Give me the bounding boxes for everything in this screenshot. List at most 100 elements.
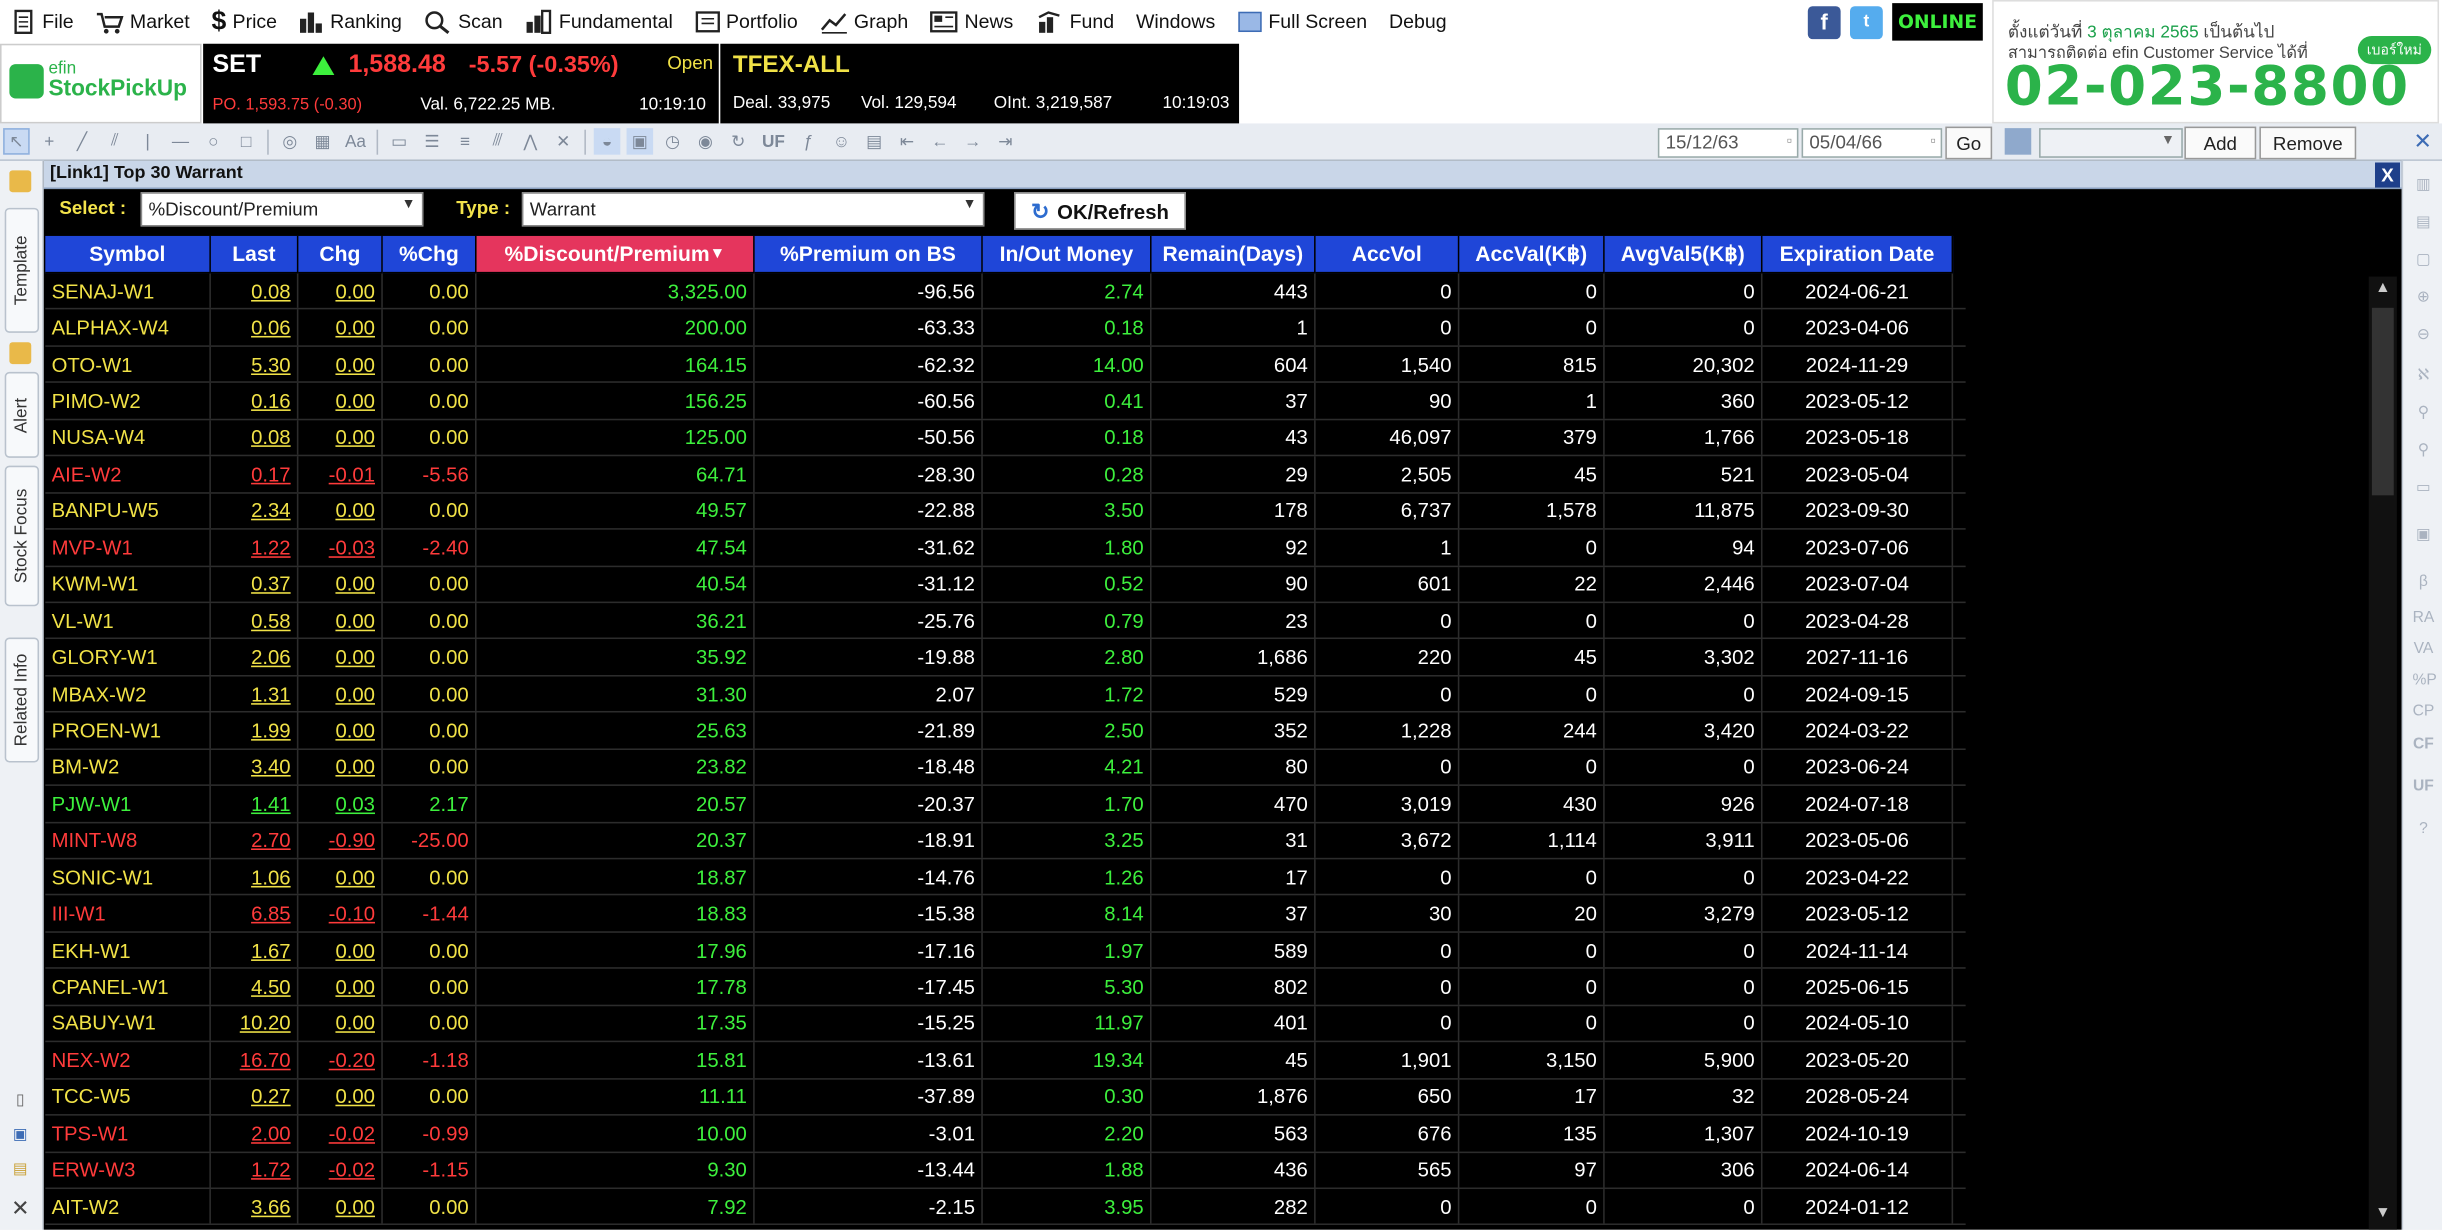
- table-cell[interactable]: GLORY-W1: [45, 639, 211, 675]
- table-cell[interactable]: PROEN-W1: [45, 712, 211, 748]
- tab-alert[interactable]: Alert: [4, 371, 40, 458]
- new-document-icon[interactable]: ▯: [9, 1092, 31, 1114]
- tab-related-info[interactable]: Related Info: [4, 637, 40, 763]
- table-cell[interactable]: -0.90: [298, 822, 383, 858]
- column-header[interactable]: Chg: [298, 235, 383, 274]
- twitter-icon[interactable]: t: [1850, 5, 1883, 39]
- table-cell[interactable]: BANPU-W5: [45, 493, 211, 529]
- table-row[interactable]: CPANEL-W1 4.50 0.00 0.00 17.78 -17.45 5.30 802 0…: [45, 969, 1966, 1006]
- table-cell[interactable]: 2.00: [211, 1115, 299, 1151]
- table-row[interactable]: ERW-W3 1.72 -0.02 -1.15 9.30 -13.44 1.88 436 565…: [45, 1152, 1966, 1189]
- list-icon[interactable]: ▤: [2413, 214, 2435, 236]
- table-cell[interactable]: MBAX-W2: [45, 676, 211, 712]
- circle-icon[interactable]: ○: [200, 128, 227, 155]
- table-cell[interactable]: 0.00: [298, 859, 383, 895]
- table-cell[interactable]: 0.17: [211, 456, 299, 492]
- table-cell[interactable]: VL-W1: [45, 603, 211, 639]
- user-icon[interactable]: ☺: [828, 128, 855, 155]
- fibonacci-icon[interactable]: ≡: [452, 128, 479, 155]
- alert-icon[interactable]: [9, 342, 32, 365]
- table-cell[interactable]: EKH-W1: [45, 932, 211, 968]
- table-cell[interactable]: NEX-W2: [45, 1042, 211, 1078]
- scroll-down-icon[interactable]: ▼: [2369, 1205, 2397, 1230]
- table-row[interactable]: TPS-W1 2.00 -0.02 -0.99 10.00 -3.01 2.20 563 676…: [45, 1115, 1966, 1153]
- ok-refresh-button[interactable]: ↻ OK/Refresh: [1014, 192, 1186, 230]
- magnet-icon[interactable]: ◒: [593, 128, 621, 155]
- table-row[interactable]: PIMO-W2 0.16 0.00 0.00 156.25 -60.56 0.41 37 90 1…: [45, 383, 1966, 420]
- table-cell[interactable]: 0.00: [298, 419, 383, 455]
- cf-icon[interactable]: CF: [2413, 736, 2435, 758]
- chart-panel-icon[interactable]: ▣: [2413, 527, 2435, 549]
- table-cell[interactable]: 6.85: [211, 895, 299, 932]
- column-header[interactable]: Expiration Date: [1762, 235, 1954, 274]
- table-cell[interactable]: 0.03: [298, 786, 383, 822]
- table-cell[interactable]: 0.00: [298, 346, 383, 382]
- close-panel-icon[interactable]: ✕: [9, 1195, 31, 1220]
- column-header[interactable]: %Premium on BS: [754, 235, 983, 274]
- table-cell[interactable]: 2.34: [211, 493, 299, 529]
- column-header[interactable]: Last: [210, 235, 299, 274]
- calendar-icon[interactable]: ▫: [1787, 133, 1793, 150]
- search-icon[interactable]: ⚲: [2413, 405, 2435, 427]
- cp-icon[interactable]: CP: [2413, 703, 2435, 725]
- table-row[interactable]: KWM-W1 0.37 0.00 0.00 40.54 -31.12 0.52 90 601 22…: [45, 566, 1966, 604]
- table-cell[interactable]: 0.00: [298, 603, 383, 639]
- menu-windows[interactable]: Windows: [1125, 0, 1226, 44]
- table-cell[interactable]: 1.06: [211, 859, 299, 895]
- table-cell[interactable]: 1.31: [211, 676, 299, 712]
- indicator-select[interactable]: ▼: [2039, 128, 2183, 158]
- menu-fullscreen[interactable]: Full Screen: [1226, 0, 1378, 44]
- alpha-icon[interactable]: ℵ: [2413, 367, 2435, 389]
- table-cell[interactable]: -0.20: [298, 1042, 383, 1078]
- menu-graph[interactable]: Graph: [809, 0, 920, 44]
- pointer-icon[interactable]: ↖: [3, 128, 30, 155]
- table-cell[interactable]: 4.50: [211, 969, 299, 1005]
- pattern-icon[interactable]: ⋀: [517, 128, 544, 155]
- table-row[interactable]: GLORY-W1 2.06 0.00 0.00 35.92 -19.88 2.80 1,686…: [45, 639, 1966, 677]
- shape-dropdown-icon[interactable]: ◎: [277, 128, 304, 155]
- tfex-panel[interactable]: TFEX-ALL Deal. 33,975 Vol. 129,594 OInt.…: [720, 43, 1240, 124]
- rectangle-icon[interactable]: □: [233, 128, 260, 155]
- table-cell[interactable]: 0.08: [211, 419, 299, 455]
- next-icon[interactable]: →: [959, 128, 986, 155]
- menu-ranking[interactable]: Ranking: [288, 0, 413, 44]
- table-row[interactable]: AIT-W2 3.66 0.00 0.00 7.92 -2.15 3.95 282 0 0 0 202…: [45, 1188, 1966, 1226]
- menu-market[interactable]: Market: [85, 0, 201, 44]
- last-icon[interactable]: ⇥: [992, 128, 1019, 155]
- menu-fundamental[interactable]: Fundamental: [514, 0, 684, 44]
- table-cell[interactable]: 0.16: [211, 383, 299, 419]
- zoom-out-icon[interactable]: ⊖: [2413, 327, 2435, 349]
- uf-side-icon[interactable]: UF: [2413, 778, 2435, 800]
- screen-icon[interactable]: ▤: [861, 128, 888, 155]
- copy-icon[interactable]: ▢: [2413, 252, 2435, 274]
- table-row[interactable]: MINT-W8 2.70 -0.90 -25.00 20.37 -18.91 3.25 31 3…: [45, 822, 1966, 860]
- table-row[interactable]: NEX-W2 16.70 -0.20 -1.18 15.81 -13.61 19.34 45 1…: [45, 1042, 1966, 1080]
- column-header[interactable]: %Discount/Premium ▼: [476, 235, 755, 274]
- scrollbar-thumb[interactable]: [2371, 307, 2394, 496]
- table-cell[interactable]: -0.01: [298, 456, 383, 492]
- panel-close-button[interactable]: X: [2375, 162, 2400, 188]
- table-cell[interactable]: 3.40: [211, 749, 299, 785]
- calendar-icon[interactable]: ▫: [1930, 133, 1936, 150]
- select-dropdown[interactable]: %Discount/Premium ▼: [140, 192, 424, 227]
- date-from-input[interactable]: 15/12/63 ▫: [1657, 128, 1799, 158]
- table-cell[interactable]: 10.20: [211, 1005, 299, 1041]
- add-button[interactable]: Add: [2184, 126, 2257, 160]
- menu-debug[interactable]: Debug: [1378, 0, 1457, 44]
- table-row[interactable]: AIE-W2 0.17 -0.01 -5.56 64.71 -28.30 0.28 29 2,5…: [45, 456, 1966, 494]
- table-cell[interactable]: -0.03: [298, 529, 383, 565]
- tab-stock-focus[interactable]: Stock Focus: [4, 465, 40, 607]
- ra-icon[interactable]: RA: [2413, 609, 2435, 631]
- table-row[interactable]: III-W1 6.85 -0.10 -1.44 18.83 -15.38 8.14 37 30 2…: [45, 895, 1966, 933]
- table-cell[interactable]: 0.00: [298, 1079, 383, 1115]
- table-cell[interactable]: 0.00: [298, 676, 383, 712]
- table-cell[interactable]: -0.10: [298, 895, 383, 932]
- tab-template[interactable]: Template: [4, 207, 40, 333]
- table-cell[interactable]: 0.00: [298, 932, 383, 968]
- export-icon[interactable]: ▤: [9, 1161, 31, 1183]
- table-cell[interactable]: MVP-W1: [45, 529, 211, 565]
- type-dropdown[interactable]: Warrant ▼: [521, 192, 985, 227]
- lines-icon[interactable]: ☰: [419, 128, 446, 155]
- table-cell[interactable]: -0.02: [298, 1152, 383, 1188]
- scroll-up-icon[interactable]: ▲: [2369, 280, 2397, 305]
